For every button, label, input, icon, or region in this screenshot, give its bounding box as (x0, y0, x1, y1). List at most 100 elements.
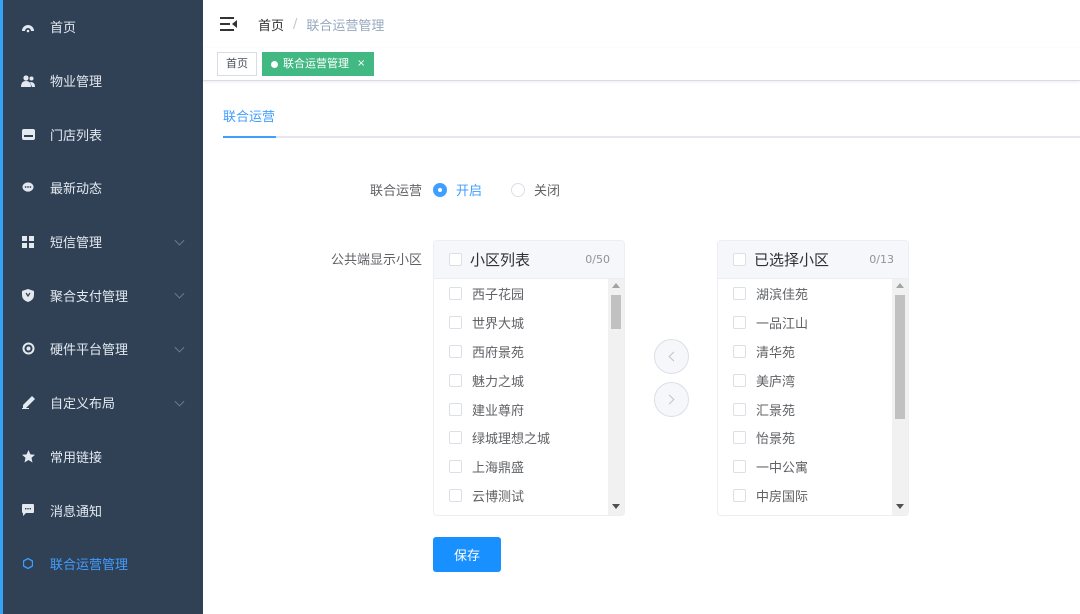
sidebar-item-label: 联合运营管理 (50, 558, 129, 574)
list-item[interactable]: 世界大城 (434, 308, 608, 337)
list-item[interactable]: 一品江山 (718, 308, 892, 337)
list-item[interactable]: 绿城理想之城 (434, 423, 608, 452)
star-icon (20, 448, 36, 464)
item-checkbox[interactable] (733, 315, 746, 329)
item-checkbox[interactable] (733, 344, 746, 358)
sidebar-item-messages[interactable]: 消息通知 (3, 483, 203, 537)
tag-home[interactable]: 首页 (217, 52, 257, 76)
list-item[interactable]: 清华苑 (718, 337, 892, 366)
tab-joint-ops[interactable]: 联合运营 (223, 105, 275, 138)
ring-icon (20, 556, 36, 572)
chat-icon (20, 180, 36, 196)
move-left-button[interactable] (654, 339, 689, 374)
item-checkbox[interactable] (733, 373, 746, 387)
tag-label: 首页 (226, 57, 248, 70)
item-checkbox[interactable] (449, 315, 462, 329)
item-checkbox[interactable] (449, 344, 462, 358)
sidebar-item-stores[interactable]: 门店列表 (3, 107, 203, 161)
item-checkbox[interactable] (733, 431, 746, 445)
list-item-label: 上海鼎盛 (472, 461, 525, 477)
grid-icon (20, 234, 36, 250)
list-item[interactable]: 怡景苑 (718, 423, 892, 452)
sidebar-item-label: 首页 (50, 21, 77, 37)
sidebar-item-sms[interactable]: 短信管理 (3, 215, 203, 269)
list-item[interactable]: 湖滨佳苑 (718, 279, 892, 308)
item-checkbox[interactable] (449, 286, 462, 300)
scroll-thumb[interactable] (611, 295, 621, 329)
list-item[interactable]: 上海鼎盛 (434, 452, 608, 481)
sidebar-item-payment[interactable]: 聚合支付管理 (3, 268, 203, 322)
item-checkbox[interactable] (449, 402, 462, 416)
list-item[interactable]: 西子花园 (434, 279, 608, 308)
tab-active-bar (223, 136, 276, 138)
tag-label: 联合运营管理 (283, 57, 349, 70)
sidebar-item-links[interactable]: 常用链接 (3, 430, 203, 484)
save-button[interactable]: 保存 (433, 537, 501, 572)
item-checkbox[interactable] (733, 286, 746, 300)
sidebar-item-label: 短信管理 (50, 236, 103, 252)
item-checkbox[interactable] (733, 460, 746, 474)
close-icon[interactable]: × (357, 53, 365, 75)
sidebar-item-label: 自定义布局 (50, 397, 116, 413)
menu-toggle-icon[interactable] (220, 17, 237, 31)
sidebar-item-property[interactable]: 物业管理 (3, 54, 203, 108)
sidebar-item-home[interactable]: 首页 (3, 0, 203, 54)
chevron-down-icon (174, 342, 185, 353)
list-item[interactable]: 西府景苑 (434, 337, 608, 366)
list-item[interactable]: 中房国际 (718, 481, 892, 510)
item-checkbox[interactable] (733, 402, 746, 416)
list-item-label: 怡景苑 (756, 432, 796, 448)
sidebar-item-hardware[interactable]: 硬件平台管理 (3, 322, 203, 376)
chevron-left-icon (668, 351, 679, 362)
scroll-down-icon[interactable] (612, 504, 620, 509)
radio-enable[interactable]: 开启 (433, 180, 482, 199)
main-content: 联合运营 联合运营 开启 关闭 公共端显示小区 小区列表 0/50 西子花园 世… (203, 81, 1080, 614)
dashboard-icon (20, 19, 36, 35)
scrollbar[interactable] (892, 279, 908, 515)
item-checkbox[interactable] (449, 460, 462, 474)
list-item[interactable]: 美庐湾 (718, 366, 892, 395)
breadcrumb-separator: / (293, 16, 298, 32)
list-item[interactable]: 一中公寓 (718, 452, 892, 481)
breadcrumb-home[interactable]: 首页 (258, 15, 284, 34)
chevron-right-icon (664, 394, 675, 405)
item-checkbox[interactable] (449, 431, 462, 445)
radio-disable[interactable]: 关闭 (511, 180, 560, 199)
shield-icon (20, 287, 36, 303)
list-item-label: 西子花园 (472, 287, 525, 303)
sidebar-item-joint-ops[interactable]: 联合运营管理 (3, 537, 203, 591)
item-checkbox[interactable] (449, 489, 462, 503)
chevron-down-icon (174, 396, 185, 407)
panel-title: 已选择小区 (754, 251, 830, 269)
scroll-thumb[interactable] (895, 295, 905, 419)
item-checkbox[interactable] (449, 373, 462, 387)
item-checkbox[interactable] (733, 489, 746, 503)
sidebar-item-news[interactable]: 最新动态 (3, 161, 203, 215)
active-dot-icon (271, 60, 278, 68)
scroll-down-icon[interactable] (896, 504, 904, 509)
move-right-button[interactable] (654, 382, 689, 417)
transfer-panel-target: 已选择小区 0/13 湖滨佳苑 一品江山 清华苑 美庐湾 汇景苑 怡景苑 一中公… (717, 240, 909, 516)
list-item-label: 美庐湾 (756, 374, 796, 390)
panel-list: 西子花园 世界大城 西府景苑 魅力之城 建业尊府 绿城理想之城 上海鼎盛 云博测… (434, 279, 608, 515)
list-item-label: 中房国际 (756, 490, 809, 506)
scroll-up-icon[interactable] (896, 283, 904, 288)
tags-view: 首页 联合运营管理 × (203, 48, 1080, 81)
chevron-down-icon (174, 288, 185, 299)
tabs-header: 联合运营 (223, 105, 1080, 138)
radio-checked-icon (433, 182, 447, 197)
sidebar-item-label: 硬件平台管理 (50, 343, 129, 359)
scrollbar[interactable] (608, 279, 624, 515)
select-all-checkbox[interactable] (449, 253, 462, 266)
list-item[interactable]: 云博测试 (434, 481, 608, 510)
list-item-label: 一品江山 (756, 316, 809, 332)
scroll-up-icon[interactable] (612, 283, 620, 288)
sidebar-item-layout[interactable]: 自定义布局 (3, 376, 203, 430)
list-item-label: 云博测试 (472, 490, 525, 506)
sidebar: 首页 物业管理 门店列表 最新动态 短信管理 聚合支付管理 硬件平台管理 自定义… (0, 0, 203, 614)
list-item[interactable]: 魅力之城 (434, 366, 608, 395)
list-item[interactable]: 建业尊府 (434, 395, 608, 424)
tag-joint-ops[interactable]: 联合运营管理 × (262, 52, 375, 76)
select-all-checkbox[interactable] (733, 253, 746, 266)
list-item[interactable]: 汇景苑 (718, 395, 892, 424)
